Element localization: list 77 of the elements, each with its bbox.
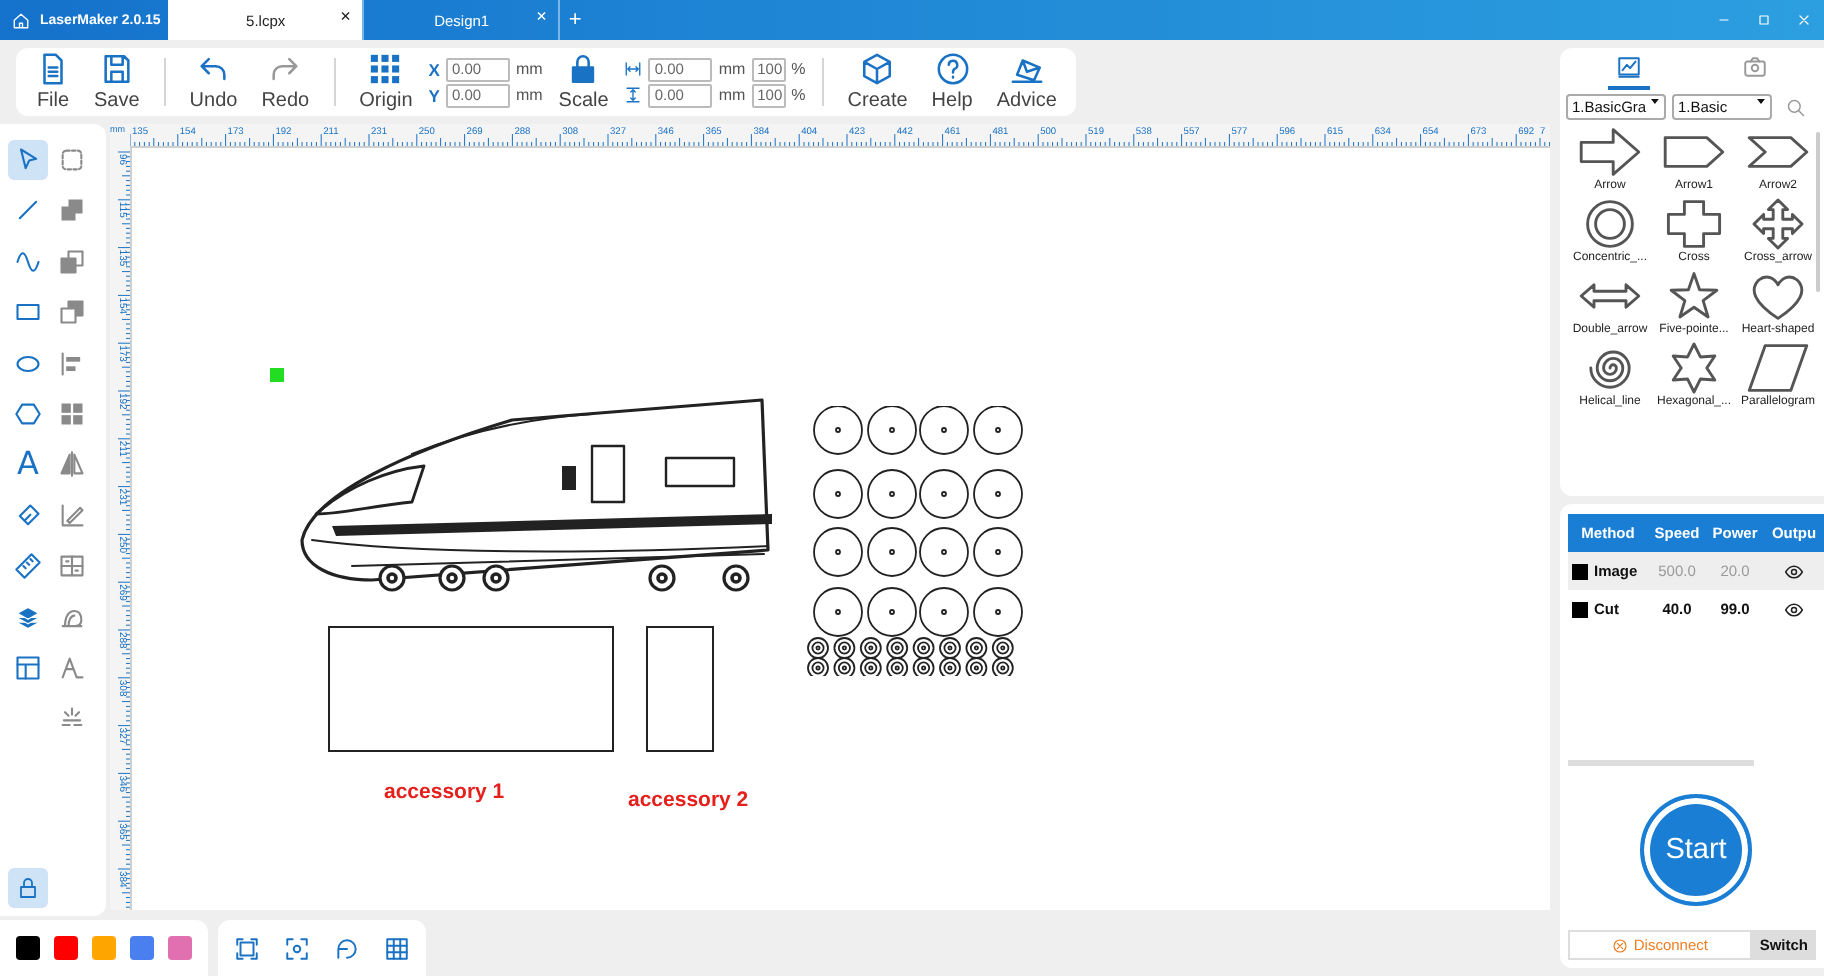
- tab-close-button[interactable]: ×: [536, 6, 547, 26]
- width-icon: [624, 60, 643, 78]
- maximize-icon[interactable]: [1756, 12, 1772, 28]
- lock-button[interactable]: Scale: [546, 50, 621, 114]
- four-squares-icon[interactable]: [58, 399, 86, 428]
- eye-icon[interactable]: [1784, 561, 1804, 581]
- save-button[interactable]: Save: [82, 50, 152, 114]
- eye-icon[interactable]: [1784, 599, 1804, 619]
- undo-icon: [196, 52, 231, 86]
- stacked-squares-icon[interactable]: [58, 298, 86, 327]
- search-icon[interactable]: [1786, 97, 1806, 117]
- mirror-icon[interactable]: [58, 450, 86, 479]
- arrow-shape: [1578, 126, 1642, 178]
- envelope-button[interactable]: Advice: [984, 50, 1069, 114]
- help-button[interactable]: Help: [919, 50, 985, 114]
- help-icon: [935, 52, 970, 86]
- align-left-icon[interactable]: [58, 349, 86, 378]
- new-tab-button[interactable]: +: [560, 0, 590, 40]
- layers-icon[interactable]: [14, 603, 42, 632]
- unit-label: mm: [515, 60, 543, 78]
- cross-shape: [1662, 198, 1726, 250]
- selection-handle[interactable]: [270, 368, 284, 382]
- split-grid-icon[interactable]: [58, 552, 86, 581]
- picture-icon: [1616, 54, 1642, 80]
- origin-icon: [368, 52, 403, 86]
- angle-pen-icon[interactable]: [58, 501, 86, 530]
- line-icon[interactable]: [14, 196, 42, 225]
- axis-label: Y: [428, 85, 440, 105]
- dropdown-caret-icon: [1756, 96, 1766, 106]
- unit-label: mm: [515, 86, 543, 104]
- axis-label: X: [428, 59, 440, 79]
- redo-icon: [268, 52, 303, 86]
- rotate-arrow-icon[interactable]: [334, 935, 360, 961]
- wave-icon[interactable]: [14, 247, 42, 276]
- hexagon-icon[interactable]: [14, 399, 42, 428]
- dropdown-caret-icon: [1650, 96, 1660, 106]
- dashed-frame-icon[interactable]: [58, 146, 86, 174]
- cube-button[interactable]: Create: [835, 50, 920, 114]
- accessory-label: accessory 2: [628, 788, 749, 812]
- undo-button[interactable]: Undo: [177, 50, 250, 114]
- color-swatch[interactable]: [92, 936, 116, 960]
- cancel-circle-icon: [1611, 937, 1628, 953]
- accessory-label: accessory 1: [384, 780, 505, 804]
- lock-toggle[interactable]: [8, 868, 48, 908]
- text-tool[interactable]: A: [8, 444, 48, 485]
- home-icon: [12, 11, 30, 29]
- unit-label: mm: [718, 60, 746, 78]
- picture-tab[interactable]: [1608, 54, 1650, 90]
- height-icon: [624, 86, 643, 104]
- color-swatch[interactable]: [130, 936, 154, 960]
- grid-icon[interactable]: [384, 935, 410, 961]
- layout-icon[interactable]: [14, 653, 42, 682]
- copy-squares-icon[interactable]: [58, 247, 86, 276]
- color-swatch[interactable]: [54, 936, 78, 960]
- camera-icon: [1742, 54, 1768, 80]
- parallelogram-shape: [1746, 342, 1810, 394]
- ruler-icon[interactable]: [14, 552, 42, 581]
- save-icon: [99, 52, 134, 86]
- close-icon[interactable]: [1796, 12, 1812, 28]
- pointer-icon[interactable]: [14, 146, 42, 174]
- rectangle-outline: [646, 626, 714, 752]
- fit-frame-icon[interactable]: [234, 935, 260, 961]
- unit-label: mm: [718, 86, 746, 104]
- focus-frame-icon[interactable]: [284, 935, 310, 961]
- tab-close-button[interactable]: ×: [340, 6, 351, 26]
- percent-label: %: [791, 60, 806, 78]
- percent-label: %: [791, 86, 806, 104]
- cube-icon: [860, 52, 895, 86]
- origin-button[interactable]: Origin: [347, 50, 425, 114]
- color-swatch[interactable]: [168, 936, 192, 960]
- file-button[interactable]: File: [24, 50, 82, 114]
- color-swatch[interactable]: [16, 936, 40, 960]
- eraser-icon[interactable]: [14, 501, 42, 530]
- lock-icon: [16, 876, 40, 900]
- filled-squares-icon[interactable]: [58, 196, 86, 225]
- vector-path-icon[interactable]: [58, 653, 86, 682]
- start-button[interactable]: Start: [1640, 794, 1752, 906]
